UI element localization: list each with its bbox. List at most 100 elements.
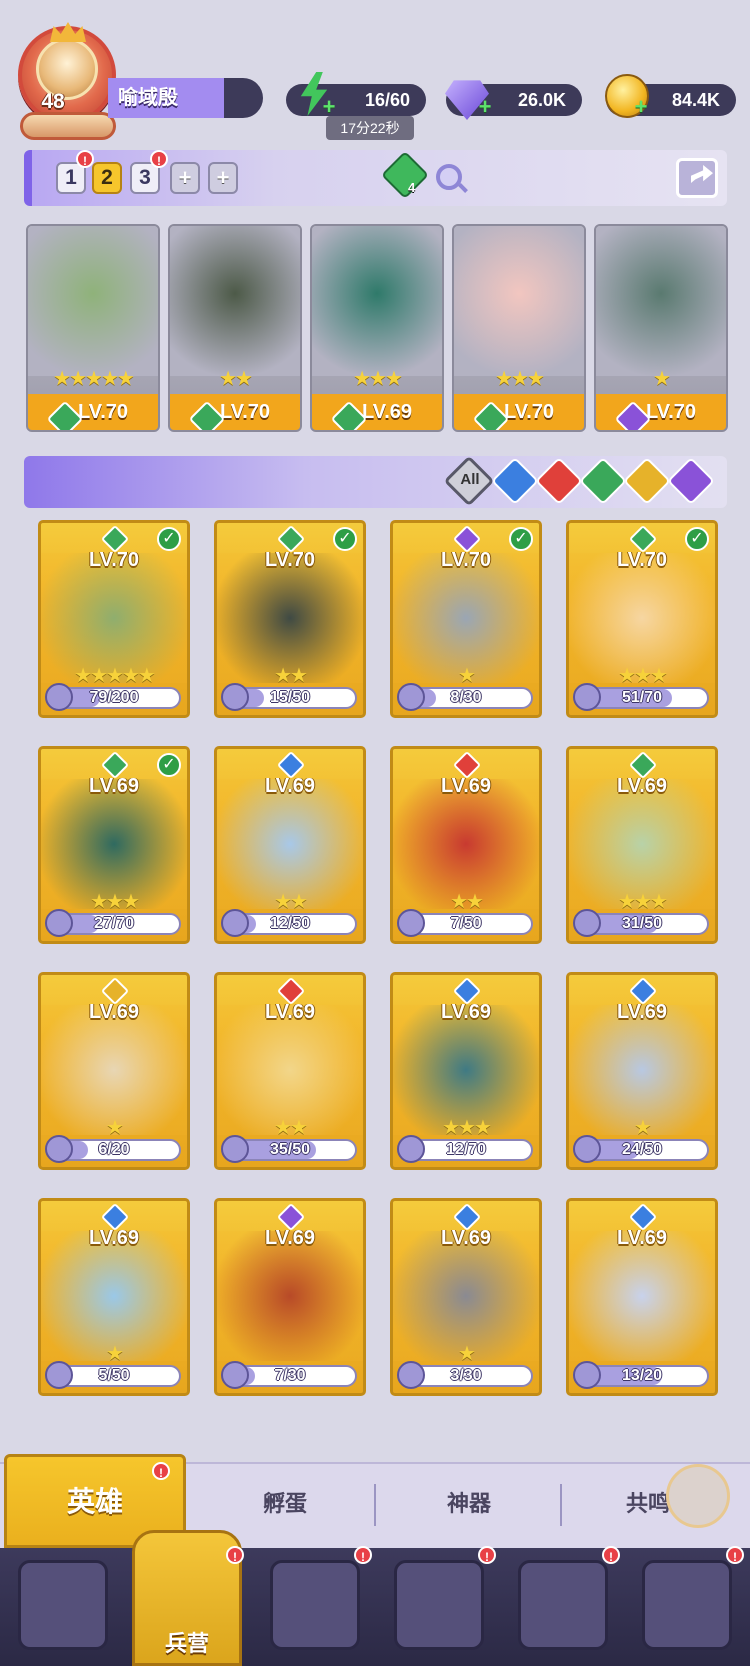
fragment-progress-bar: 12/70 [397,1135,533,1163]
hero-portrait [312,226,442,376]
synergy-count: 4 [408,180,416,195]
player-level: 48 [41,90,65,113]
hero-portrait [28,226,158,376]
hero-level: LV.69 [88,775,140,797]
tab-artifacts[interactable]: 神器 [384,1478,554,1530]
team-hero-card[interactable]: ★★ LV.70 [168,224,302,432]
hero-level: LV.70 [616,549,668,571]
add-team-button[interactable]: + [170,162,200,194]
fragment-progress-bar: 27/70 [45,909,181,937]
fragment-progress-bar: 12/50 [221,909,357,937]
floating-action-button[interactable] [666,1464,730,1528]
alert-badge: ! [478,1546,496,1564]
hero-level: LV.69 [616,1001,668,1023]
fragment-icon [397,683,425,711]
hero-card[interactable]: LV.69 ★★★ 31/50 [566,746,718,944]
filter-all-label: All [460,471,480,488]
hero-card[interactable]: LV.69 ★ 6/20 [38,972,190,1170]
team-hero-card[interactable]: ★★★ LV.69 [310,224,444,432]
hero-portrait [454,226,584,376]
fragment-icon [45,1135,73,1163]
add-gems-icon[interactable]: + [476,96,494,118]
hero-level: LV.69 [616,775,668,797]
hero-card[interactable]: LV.69 ★★ 35/50 [214,972,366,1170]
hero-card[interactable]: LV.69 7/30 [214,1198,366,1396]
check-icon: ✓ [509,527,533,551]
hero-portrait [569,1231,715,1361]
hero-card[interactable]: LV.69 ★ 3/30 [390,1198,542,1396]
add-energy-icon[interactable]: + [320,96,338,118]
mushroom-nav-icon[interactable] [518,1560,608,1650]
fragment-icon [45,683,73,711]
check-icon: ✓ [157,527,181,551]
top-header: 48 喻域殷 16/60 + 17分22秒 26.0K + 84.4K + [0,0,750,145]
hero-card[interactable]: LV.69 ★ 5/50 [38,1198,190,1396]
guild-nav-icon[interactable] [642,1560,732,1650]
castle-nav-icon[interactable] [394,1560,484,1650]
hero-card[interactable]: LV.69 ★★ 7/50 [390,746,542,944]
hero-stars: ★ [653,368,671,390]
team-hero-card[interactable]: ★ LV.70 [594,224,728,432]
fragment-progress-bar: 7/30 [221,1361,357,1389]
hero-level: LV.70 [88,549,140,571]
hero-card[interactable]: LV.70 ★★★ 51/70 ✓ [566,520,718,718]
alert-badge: ! [602,1546,620,1564]
hero-level: LV.69 [312,394,442,430]
check-icon: ✓ [157,753,181,777]
alert-badge: ! [150,150,168,168]
team-tab-2[interactable]: 2 [92,162,122,194]
check-icon: ✓ [685,527,709,551]
hero-card[interactable]: LV.69 13/20 [566,1198,718,1396]
fragment-icon [573,909,601,937]
hero-level: LV.69 [440,775,492,797]
hero-level: LV.69 [88,1001,140,1023]
hero-level: LV.70 [170,394,300,430]
hero-card[interactable]: LV.70 ★★ 15/50 ✓ [214,520,366,718]
team-hero-card[interactable]: ★★★ LV.70 [452,224,586,432]
divider [374,1484,376,1526]
book-nav-icon[interactable] [270,1560,360,1650]
fragment-progress-bar: 24/50 [573,1135,709,1163]
fragment-progress-bar: 5/50 [45,1361,181,1389]
alert-badge: ! [354,1546,372,1564]
fragment-icon [221,909,249,937]
fragment-icon [573,1135,601,1163]
add-coins-icon[interactable]: + [632,96,650,118]
fragment-icon [573,683,601,711]
fragment-icon [45,1361,73,1389]
hero-card[interactable]: LV.69 ★★★ 12/70 [390,972,542,1170]
check-icon: ✓ [333,527,357,551]
fragment-progress-bar: 13/20 [573,1361,709,1389]
fragment-icon [397,1135,425,1163]
fragment-icon [221,1135,249,1163]
fragment-progress-bar: 8/30 [397,683,533,711]
hero-card[interactable]: LV.70 ★ 8/30 ✓ [390,520,542,718]
hero-card[interactable]: LV.69 ★★★ 27/70 ✓ [38,746,190,944]
team-hero-card[interactable]: ★★★★★ LV.70 [26,224,160,432]
hero-level: LV.70 [454,394,584,430]
fragment-icon [45,909,73,937]
share-icon[interactable] [676,158,718,198]
hero-level: LV.69 [88,1227,140,1249]
hero-card[interactable]: LV.69 ★ 24/50 [566,972,718,1170]
cards-nav-icon[interactable] [18,1560,108,1650]
fragment-icon [221,1361,249,1389]
hero-level: LV.70 [596,394,726,430]
alert-badge: ! [726,1546,744,1564]
hero-card[interactable]: LV.69 ★★ 12/50 [214,746,366,944]
alert-badge: ! [152,1462,170,1480]
hero-level: LV.70 [440,549,492,571]
add-team-button[interactable]: + [208,162,238,194]
fragment-progress-bar: 35/50 [221,1135,357,1163]
crown-icon [50,22,86,42]
fragment-progress-bar: 6/20 [45,1135,181,1163]
search-icon[interactable] [436,164,462,190]
fragment-progress-bar: 3/30 [397,1361,533,1389]
fragment-progress-bar: 31/50 [573,909,709,937]
hero-portrait [596,226,726,376]
hero-portrait [170,226,300,376]
hero-level: LV.69 [264,1001,316,1023]
hero-card[interactable]: LV.70 ★★★★★ 79/200 ✓ [38,520,190,718]
fragment-progress-bar: 15/50 [221,683,357,711]
tab-incubate[interactable]: 孵蛋 [200,1478,370,1530]
